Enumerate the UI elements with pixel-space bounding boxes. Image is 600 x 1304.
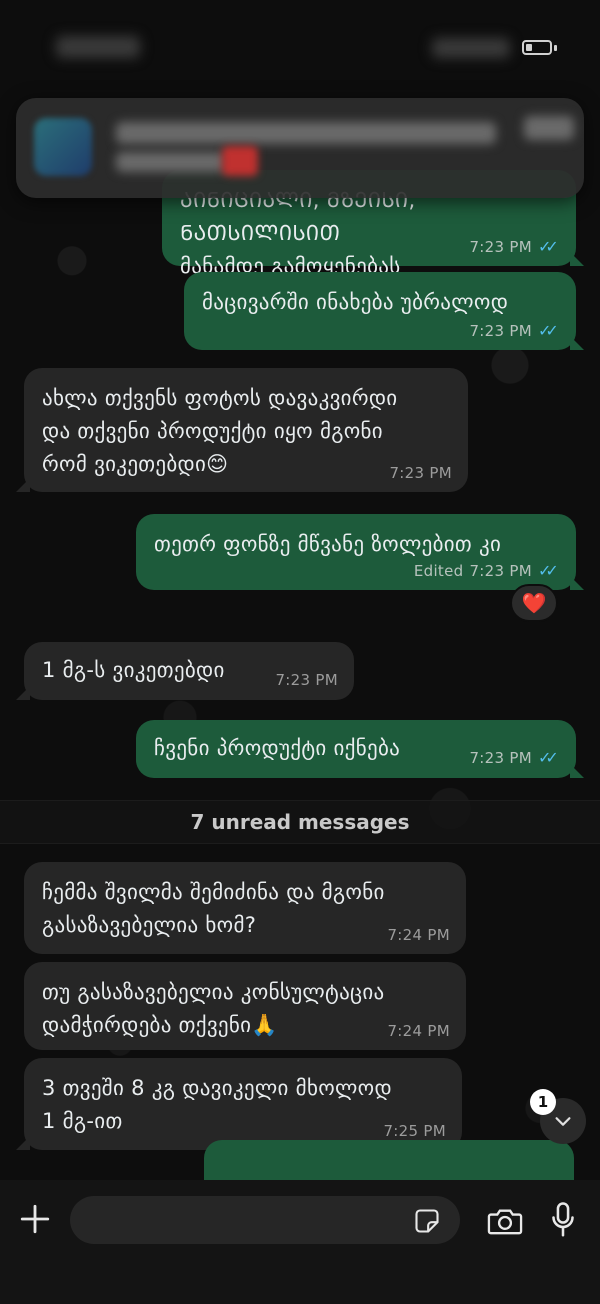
plus-icon bbox=[20, 1204, 50, 1234]
message-time: 7:23 PM bbox=[389, 464, 452, 482]
double-check-icon: ✓✓ bbox=[538, 748, 559, 767]
camera-icon bbox=[487, 1209, 523, 1235]
unread-banner: 7 unread messages bbox=[0, 800, 600, 844]
microphone-button[interactable] bbox=[546, 1198, 580, 1242]
double-check-icon: ✓✓ bbox=[538, 237, 559, 256]
message-bubble[interactable]: ახლა თქვენს ფოტოს დავაკვირდი და თქვენი პ… bbox=[16, 368, 468, 492]
message-time: 7:25 PM bbox=[383, 1122, 446, 1140]
message-time: 7:23 PM bbox=[469, 562, 532, 580]
message-text: ᲐᲘᲜᲘᲪᲘᲐᲚᲘ, ᲛᲖᲔᲘᲡᲘ, ᲜᲐᲗᲡᲘᲚᲘᲡᲘᲗ მანამდე გა… bbox=[180, 188, 416, 278]
message-bubble[interactable]: 1 მგ-ს ვიკეთებდი 7:23 PM bbox=[16, 642, 354, 700]
message-time: 7:24 PM bbox=[387, 1022, 450, 1040]
message-meta: 7:24 PM bbox=[387, 926, 450, 944]
double-check-icon: ✓✓ bbox=[538, 321, 559, 340]
message-bubble-partial[interactable] bbox=[204, 1140, 574, 1180]
double-check-icon: ✓✓ bbox=[538, 561, 559, 580]
composer-bar bbox=[0, 1180, 600, 1304]
message-time: 7:23 PM bbox=[469, 238, 532, 256]
message-time: 7:23 PM bbox=[469, 749, 532, 767]
message-meta: 7:23 PM ✓✓ bbox=[469, 321, 560, 341]
message-time: 7:24 PM bbox=[387, 926, 450, 944]
message-meta: 7:23 PM ✓✓ bbox=[469, 748, 560, 768]
heart-icon[interactable]: ❤️ bbox=[510, 584, 558, 622]
message-bubble[interactable]: ჩვენი პროდუქტი იქნება 7:23 PM ✓✓ bbox=[136, 720, 584, 778]
status-icons-blurred bbox=[432, 38, 510, 58]
notification-title-blurred bbox=[116, 122, 496, 144]
message-bubble[interactable]: თეთრ ფონზე მწვანე ზოლებით კი Edited 7:23… bbox=[136, 514, 584, 590]
message-meta: 7:24 PM bbox=[387, 1022, 450, 1040]
microphone-icon bbox=[552, 1202, 574, 1237]
message-text: მაცივარში ინახება უბრალოდ bbox=[202, 290, 509, 314]
message-meta: 7:23 PM bbox=[389, 464, 452, 482]
notification-body-blurred bbox=[116, 152, 226, 172]
edited-label: Edited bbox=[413, 562, 464, 580]
message-text: თეთრ ფონზე მწვანე ზოლებით კი bbox=[154, 532, 502, 556]
message-time: 7:23 PM bbox=[469, 322, 532, 340]
message-meta: 7:25 PM bbox=[383, 1122, 446, 1140]
camera-button[interactable] bbox=[484, 1200, 526, 1242]
notification-emoji-blurred bbox=[222, 146, 258, 176]
sticker-icon bbox=[415, 1209, 439, 1233]
message-bubble[interactable]: თუ გასაზავებელია კონსულტაცია დამჭირდება … bbox=[24, 962, 466, 1050]
message-meta: 7:23 PM ✓✓ bbox=[469, 237, 560, 257]
battery-icon bbox=[522, 40, 557, 55]
message-bubble[interactable]: მაცივარში ინახება უბრალოდ 7:23 PM ✓✓ bbox=[184, 272, 584, 350]
message-bubble[interactable]: 3 თვეში 8 კგ დავიკელი მხოლოდ 1 მგ-ით 7:2… bbox=[16, 1058, 462, 1150]
chevron-down-icon bbox=[555, 1117, 571, 1126]
message-meta: Edited 7:23 PM ✓✓ bbox=[413, 561, 560, 581]
status-bar bbox=[0, 0, 600, 95]
sticker-button[interactable] bbox=[412, 1206, 442, 1236]
message-input[interactable] bbox=[70, 1196, 460, 1244]
message-time: 7:23 PM bbox=[275, 671, 338, 689]
message-meta: 7:23 PM bbox=[275, 671, 338, 689]
attach-button[interactable] bbox=[14, 1198, 56, 1240]
notification-banner[interactable] bbox=[16, 98, 584, 198]
unread-count-badge: 1 bbox=[530, 1089, 556, 1115]
message-bubble[interactable]: ჩემმა შვილმა შემიძინა და მგონი გასაზავებ… bbox=[24, 862, 466, 954]
notification-time-blurred bbox=[524, 116, 574, 140]
notification-app-icon bbox=[34, 118, 92, 176]
status-time-blurred bbox=[56, 36, 140, 58]
